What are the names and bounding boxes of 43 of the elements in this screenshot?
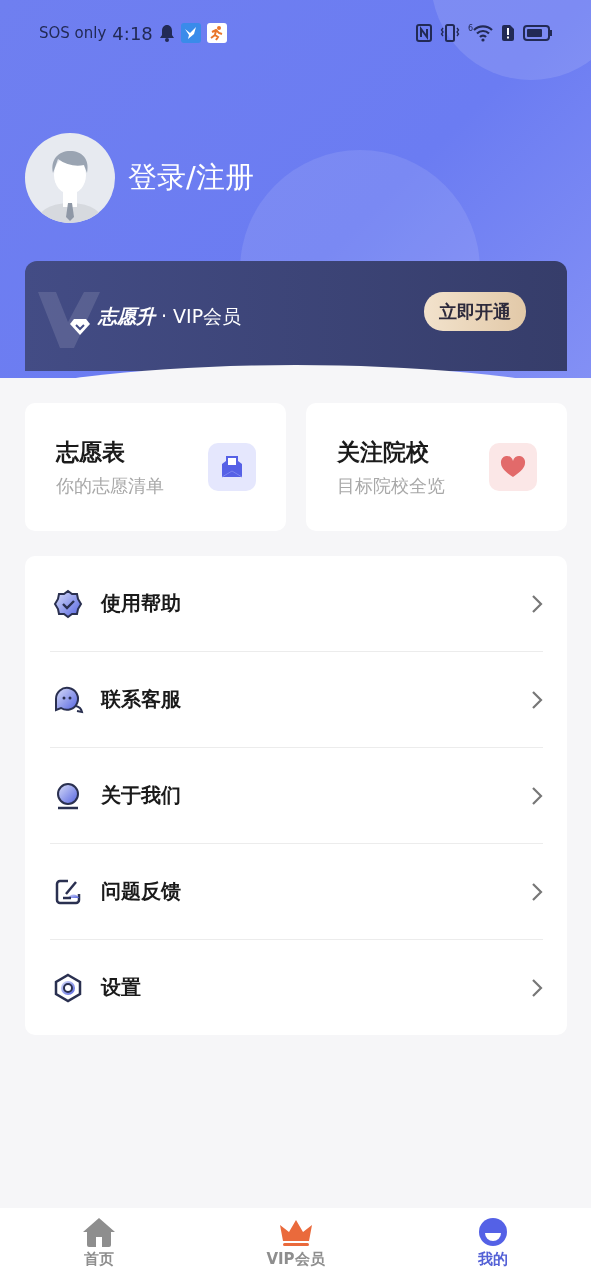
menu-label: 联系客服	[101, 686, 182, 713]
envelope-icon	[208, 443, 256, 491]
diamond-icon	[69, 318, 91, 336]
card-subtitle: 你的志愿清单	[56, 473, 165, 498]
chevron-right-icon	[531, 881, 543, 902]
brand-logo-text: 志愿升	[98, 304, 155, 328]
carrier-text: SOS only	[39, 24, 107, 42]
wifi-label: 6	[467, 24, 473, 33]
activate-button[interactable]: 立即开通	[424, 292, 526, 331]
card-title: 志愿表	[56, 437, 126, 467]
sim-alert-icon	[501, 24, 515, 42]
settings-icon	[52, 971, 84, 1004]
battery-icon	[523, 24, 553, 42]
runner-app-icon	[206, 23, 227, 43]
menu-item[interactable]: 关于我们	[50, 747, 543, 843]
badge-check-icon	[52, 587, 84, 620]
quick-card[interactable]: 关注院校 目标院校全览	[306, 403, 567, 531]
home-icon	[81, 1217, 116, 1247]
card-subtitle: 目标院校全览	[337, 473, 446, 498]
smile-face-icon	[477, 1217, 508, 1247]
menu-label: 关于我们	[101, 782, 182, 809]
menu-label: 使用帮助	[101, 590, 182, 617]
chevron-right-icon	[531, 977, 543, 998]
clock: 4:18	[112, 22, 153, 44]
login-link[interactable]: 登录/注册	[128, 158, 254, 198]
nfc-icon	[415, 24, 432, 42]
vip-label: · VIP会员	[161, 304, 242, 328]
menu-item[interactable]: 使用帮助	[50, 556, 543, 651]
menu-item[interactable]: 问题反馈	[50, 843, 543, 939]
menu-label: 设置	[101, 974, 142, 1001]
menu-label: 问题反馈	[101, 878, 182, 905]
bell-icon	[158, 24, 175, 42]
tab-item[interactable]: 我的	[394, 1217, 591, 1280]
menu-item[interactable]: 联系客服	[50, 651, 543, 747]
vibrate-icon	[439, 23, 460, 43]
chevron-right-icon	[531, 593, 543, 614]
chevron-right-icon	[531, 689, 543, 710]
bird-app-icon	[180, 23, 201, 43]
card-title: 关注院校	[337, 437, 430, 467]
menu-item[interactable]: 设置	[50, 939, 543, 1035]
wifi-icon	[473, 24, 493, 42]
chevron-right-icon	[531, 785, 543, 806]
quick-card[interactable]: 志愿表 你的志愿清单	[25, 403, 286, 531]
